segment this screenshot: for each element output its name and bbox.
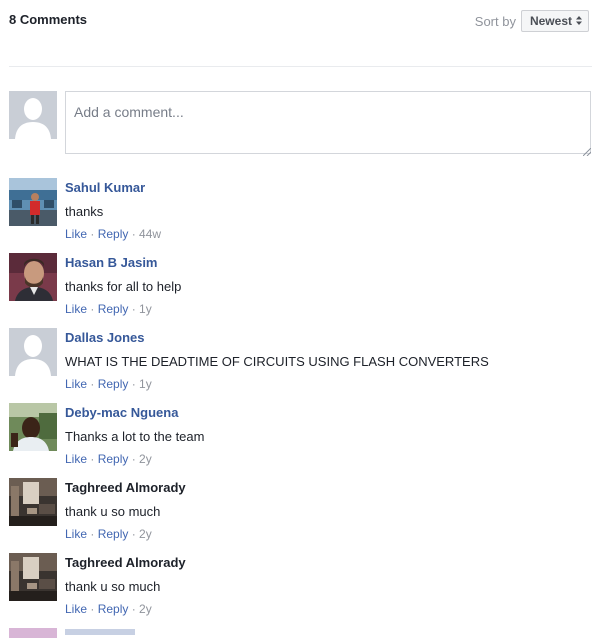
comment-timestamp[interactable]: 1y: [139, 302, 152, 316]
comment-text: thank u so much: [65, 579, 161, 594]
comment-author-cutoff: [65, 629, 135, 635]
reply-link[interactable]: Reply: [98, 602, 129, 616]
comment-body: Dallas Jones WHAT IS THE DEADTIME OF CIR…: [65, 329, 592, 391]
comment-actions: Like · Reply · 2y: [65, 527, 592, 541]
separator: ·: [87, 527, 98, 541]
comment-author[interactable]: Deby-mac Nguena: [65, 405, 178, 421]
comment-timestamp[interactable]: 2y: [139, 602, 152, 616]
comment-actions: Like · Reply · 2y: [65, 602, 592, 616]
header-divider: [9, 66, 592, 67]
comment-item: Taghreed Almorady thank u so much Like ·…: [9, 478, 592, 553]
separator: ·: [87, 602, 98, 616]
avatar[interactable]: [9, 553, 57, 601]
separator: ·: [87, 302, 98, 316]
comment-text: thank u so much: [65, 504, 161, 519]
sort-label: Sort by: [474, 13, 516, 29]
comment-count: 8 Comments: [9, 12, 88, 27]
separator: ·: [128, 377, 140, 391]
reply-link[interactable]: Reply: [98, 227, 129, 241]
comment-body: Deby-mac Nguena Thanks a lot to the team…: [65, 404, 592, 466]
comment-item: Sahul Kumar thanks Like · Reply · 44w: [9, 178, 592, 253]
comment-item: Taghreed Almorady thank u so much Like ·…: [9, 553, 592, 628]
comment-author: Taghreed Almorady: [65, 555, 186, 570]
comment-author[interactable]: Sahul Kumar: [65, 180, 145, 196]
comment-author: Taghreed Almorady: [65, 480, 186, 495]
comment-actions: Like · Reply · 1y: [65, 377, 592, 391]
like-link[interactable]: Like: [65, 302, 87, 316]
comment-body: Hasan B Jasim thanks for all to help Lik…: [65, 254, 592, 316]
comment-text: thanks for all to help: [65, 279, 182, 294]
sort-caret-icon: [576, 15, 582, 27]
comment-item: Hasan B Jasim thanks for all to help Lik…: [9, 253, 592, 328]
comment-composer: [9, 91, 592, 157]
comment-author[interactable]: Hasan B Jasim: [65, 255, 158, 271]
comment-body: Taghreed Almorady thank u so much Like ·…: [65, 554, 592, 616]
separator: ·: [128, 302, 140, 316]
like-link[interactable]: Like: [65, 452, 87, 466]
separator: ·: [87, 227, 98, 241]
comment-timestamp[interactable]: 1y: [139, 377, 152, 391]
comment-item: Dallas Jones WHAT IS THE DEADTIME OF CIR…: [9, 328, 592, 403]
like-link[interactable]: Like: [65, 377, 87, 391]
comment-timestamp[interactable]: 2y: [139, 527, 152, 541]
resize-grip-icon[interactable]: [582, 143, 592, 157]
comment-author[interactable]: Dallas Jones: [65, 330, 145, 346]
sort-value: Newest: [529, 14, 572, 28]
reply-link[interactable]: Reply: [98, 527, 129, 541]
separator: ·: [128, 602, 140, 616]
comment-timestamp[interactable]: 2y: [139, 452, 152, 466]
sort-control: Sort by Newest: [475, 10, 589, 32]
comment-text: thanks: [65, 204, 104, 219]
like-link[interactable]: Like: [65, 527, 87, 541]
reply-link[interactable]: Reply: [98, 452, 129, 466]
avatar[interactable]: [9, 628, 57, 638]
comment-item: Deby-mac Nguena Thanks a lot to the team…: [9, 403, 592, 478]
separator: ·: [128, 227, 140, 241]
user-avatar-icon: [9, 91, 57, 139]
default-avatar-icon[interactable]: [9, 328, 57, 376]
comment-actions: Like · Reply · 44w: [65, 227, 592, 241]
comment-list: Sahul Kumar thanks Like · Reply · 44w Ha…: [9, 178, 592, 628]
sort-select[interactable]: Newest: [520, 10, 589, 32]
comment-text: WHAT IS THE DEADTIME OF CIRCUITS USING F…: [65, 354, 489, 369]
comments-header: 8 Comments Sort by Newest: [9, 0, 589, 40]
reply-link[interactable]: Reply: [98, 377, 129, 391]
avatar[interactable]: [9, 178, 57, 226]
like-link[interactable]: Like: [65, 602, 87, 616]
separator: ·: [128, 452, 140, 466]
comment-actions: Like · Reply · 2y: [65, 452, 592, 466]
separator: ·: [87, 377, 98, 391]
avatar[interactable]: [9, 403, 57, 451]
avatar[interactable]: [9, 478, 57, 526]
comment-actions: Like · Reply · 1y: [65, 302, 592, 316]
comment-body: Taghreed Almorady thank u so much Like ·…: [65, 479, 592, 541]
comment-input[interactable]: [65, 91, 591, 154]
comment-timestamp[interactable]: 44w: [139, 227, 161, 241]
separator: ·: [128, 527, 140, 541]
separator: ·: [87, 452, 98, 466]
comment-body: Sahul Kumar thanks Like · Reply · 44w: [65, 179, 592, 241]
comment-text: Thanks a lot to the team: [65, 429, 205, 444]
avatar[interactable]: [9, 253, 57, 301]
reply-link[interactable]: Reply: [98, 302, 129, 316]
like-link[interactable]: Like: [65, 227, 87, 241]
